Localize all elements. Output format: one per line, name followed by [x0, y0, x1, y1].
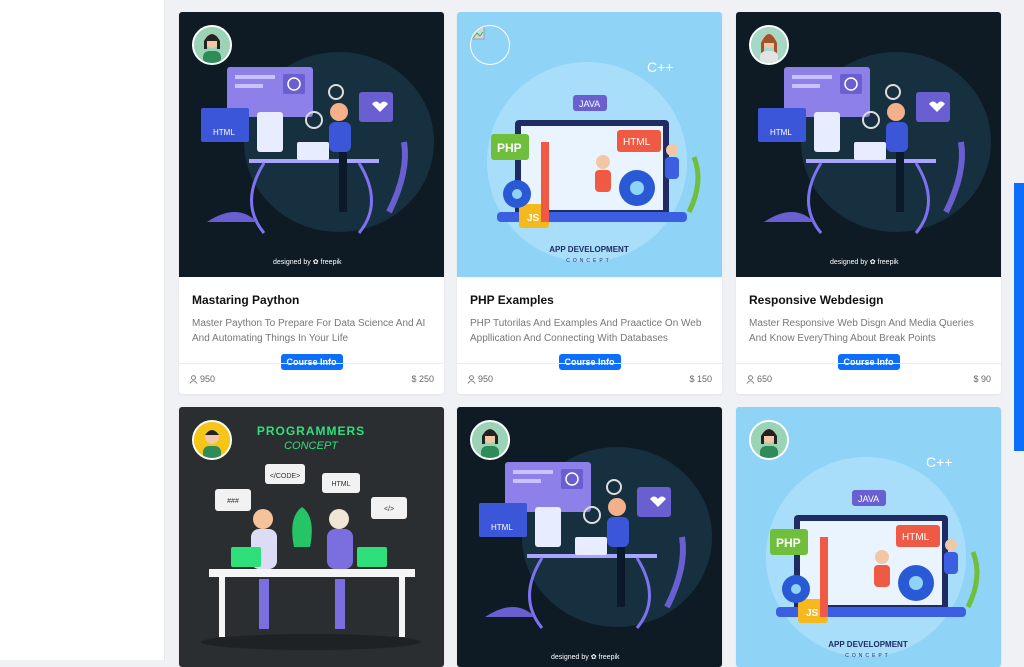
sidebar-divider: [164, 0, 165, 660]
instructor-avatar-image: [194, 422, 230, 458]
course-title[interactable]: PHP Examples: [470, 293, 709, 307]
tag-cpp: C++: [926, 454, 952, 470]
course-image[interactable]: C++ PHP JAVA HTML JS APP DEVELOPMENT CON…: [736, 407, 1001, 667]
svg-text:designed by ✿ freepik: designed by ✿ freepik: [273, 259, 342, 266]
banner-title: APP DEVELOPMENT: [828, 640, 908, 649]
students-count: 950: [189, 374, 215, 384]
bubble-code: </CODE>: [270, 473, 300, 480]
students-value: 650: [757, 374, 773, 384]
course-image[interactable]: HTML designed by ✿ freepik: [179, 12, 444, 277]
left-sidebar: [0, 0, 165, 660]
course-image[interactable]: C++ PHP JAVA HTML JS APP DEVELOPMENT CON…: [457, 12, 722, 277]
course-image[interactable]: HTML designed by ✿ freepik: [457, 407, 722, 667]
programmers-subheading: CONCEPT: [284, 440, 339, 452]
course-title[interactable]: Mastaring Paython: [192, 293, 431, 307]
students-count: 950: [467, 374, 493, 384]
bubble-tags: </>: [384, 506, 394, 513]
scrollbar-thumb[interactable]: [1014, 183, 1024, 451]
bubble-html: HTML: [331, 481, 350, 488]
tag-html: HTML: [623, 137, 651, 148]
instructor-avatar-image: [472, 422, 508, 458]
user-icon: [746, 374, 755, 384]
programmers-heading: PROGRAMMERS: [257, 424, 365, 438]
students-value: 950: [478, 374, 494, 384]
course-price: $ 150: [689, 374, 712, 384]
banner-title: APP DEVELOPMENT: [549, 245, 629, 254]
students-count: 650: [746, 374, 772, 384]
course-description: Master Paython To Prepare For Data Scien…: [192, 318, 426, 344]
banner-subtitle: CONCEPT: [566, 258, 611, 264]
tag-html: HTML: [902, 532, 930, 543]
course-price: $ 90: [973, 374, 991, 384]
svg-text:designed by ✿ freepik: designed by ✿ freepik: [830, 259, 899, 266]
user-icon: [189, 374, 198, 384]
course-card: C++ PHP JAVA HTML JS APP DEVELOPMENT CON…: [457, 12, 722, 394]
course-title[interactable]: Responsive Webdesign: [749, 293, 988, 307]
bubble-hash: ###: [227, 498, 239, 505]
tag-js: JS: [806, 608, 819, 619]
course-body: Mastaring Paython Master Paython To Prep…: [179, 277, 444, 394]
instructor-avatar: [192, 25, 232, 65]
course-footer: 950 $ 150: [457, 363, 722, 394]
instructor-avatar-image: [194, 27, 230, 63]
svg-text:HTML: HTML: [770, 128, 792, 137]
tag-php: PHP: [497, 141, 522, 155]
tag-java: JAVA: [858, 494, 879, 504]
course-image[interactable]: PROGRAMMERS CONCEPT </CODE> HTML </> ###: [179, 407, 444, 667]
instructor-avatar: [192, 420, 232, 460]
course-card: HTML designed by ✿ freepik: [457, 407, 722, 667]
students-value: 950: [200, 374, 216, 384]
course-body: PHP Examples PHP Tutorilas And Examples …: [457, 277, 722, 394]
tag-php: PHP: [776, 536, 801, 550]
tag-js: JS: [527, 213, 540, 224]
instructor-avatar: [470, 25, 510, 65]
instructor-avatar-image: [751, 27, 787, 63]
svg-text:HTML: HTML: [491, 523, 513, 532]
course-body: Responsive Webdesign Master Responsive W…: [736, 277, 1001, 394]
course-footer: 950 $ 250: [179, 363, 444, 394]
course-footer: 650 $ 90: [736, 363, 1001, 394]
instructor-avatar: [749, 25, 789, 65]
instructor-avatar: [470, 420, 510, 460]
course-card: PROGRAMMERS CONCEPT </CODE> HTML </> ###: [179, 407, 444, 667]
course-price: $ 250: [411, 374, 434, 384]
instructor-avatar: [749, 420, 789, 460]
course-description: PHP Tutorilas And Examples And Praactice…: [470, 318, 702, 344]
svg-text:HTML: HTML: [213, 128, 235, 137]
course-image[interactable]: HTML designed by ✿ freepik: [736, 12, 1001, 277]
tag-java: JAVA: [579, 99, 600, 109]
banner-subtitle: CONCEPT: [845, 653, 890, 659]
instructor-avatar-image: [751, 422, 787, 458]
tag-cpp: C++: [647, 59, 673, 75]
user-icon: [467, 374, 476, 384]
course-card: HTML designed by ✿ freepik: [179, 12, 444, 394]
course-card: HTML designed by ✿ freepik: [736, 12, 1001, 394]
course-description: Master Responsive Web Disgn And Media Qu…: [749, 318, 974, 344]
course-card: C++ PHP JAVA HTML JS APP DEVELOPMENT CON…: [736, 407, 1001, 667]
